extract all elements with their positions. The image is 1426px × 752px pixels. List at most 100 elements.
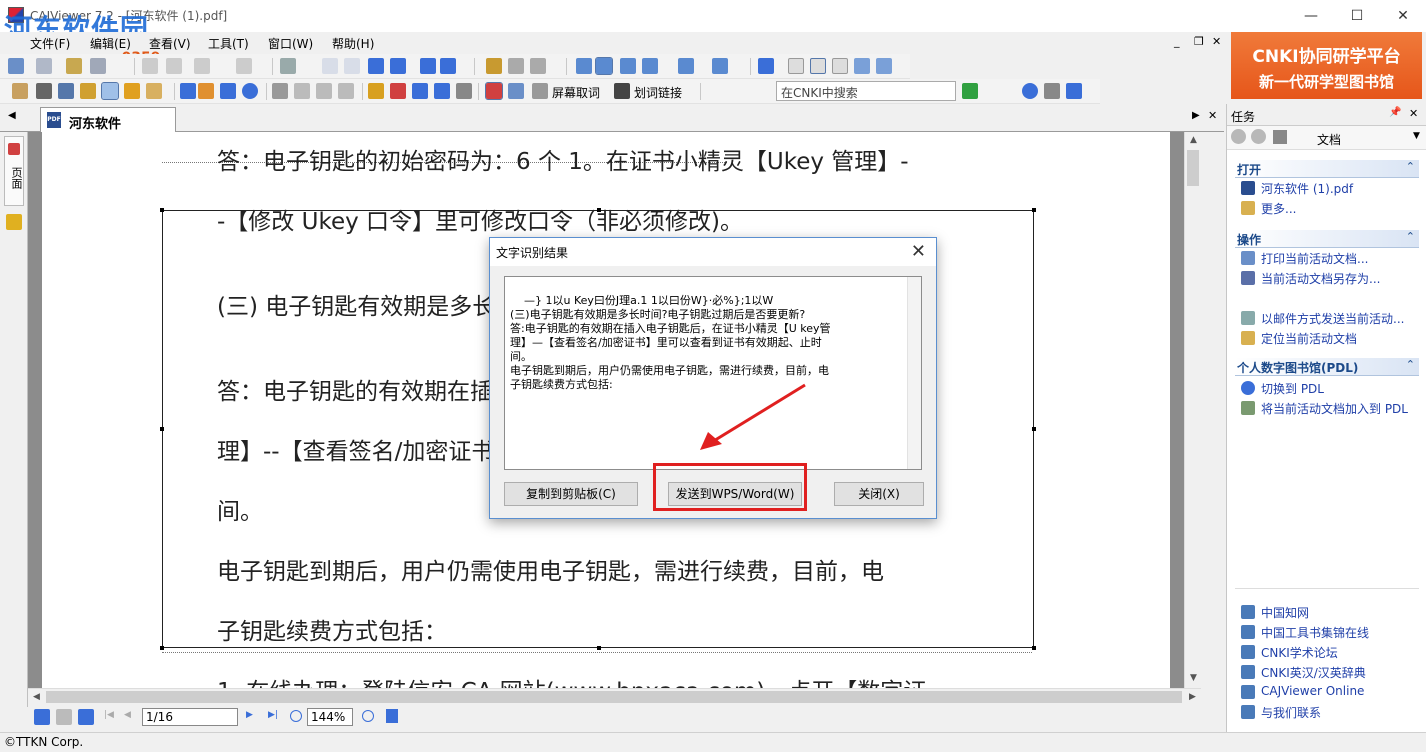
prev-page-icon[interactable]	[344, 58, 360, 74]
horizontal-scrollbar[interactable]: ◀ ▶	[28, 688, 1201, 705]
view-book-icon[interactable]	[78, 709, 94, 725]
maximize-button[interactable]: ☐	[1334, 0, 1380, 32]
save-icon[interactable]	[36, 58, 52, 74]
tab-next-button[interactable]: ▶	[1192, 110, 1200, 121]
back-icon[interactable]	[420, 58, 436, 74]
rotate-right-icon[interactable]	[530, 58, 546, 74]
cnki-search-input[interactable]: 在CNKI中搜索	[776, 81, 956, 101]
mdi-close-button[interactable]: ✕	[1212, 35, 1221, 48]
paste-icon[interactable]	[166, 58, 182, 74]
text-select-icon[interactable]	[58, 83, 74, 99]
pin-icon[interactable]: 📌	[1389, 107, 1401, 118]
mdi-minimize-button[interactable]: _	[1174, 35, 1180, 48]
whats-this-icon[interactable]	[1066, 83, 1082, 99]
eraser-icon[interactable]	[456, 83, 472, 99]
scroll-left-icon[interactable]: ◀	[28, 689, 45, 706]
forward-icon[interactable]	[440, 58, 456, 74]
section-operations[interactable]: 操作 ⌃	[1235, 230, 1419, 248]
copy-to-clipboard-button[interactable]: 复制到剪贴板(C)	[504, 482, 638, 506]
select-arrow-icon[interactable]	[36, 83, 52, 99]
annotation-pencil-icon[interactable]	[6, 214, 22, 230]
collapse-icon[interactable]: ⌃	[1406, 358, 1415, 371]
find-icon[interactable]	[486, 58, 502, 74]
ocr-text-scrollbar[interactable]	[907, 277, 921, 469]
view-mode-icon[interactable]	[712, 58, 728, 74]
zoom-out-button[interactable]	[290, 710, 302, 722]
panel-close-button[interactable]: ✕	[1409, 107, 1418, 120]
zoom-out-icon[interactable]	[854, 58, 870, 74]
strike-icon[interactable]	[390, 83, 406, 99]
search-doc-icon[interactable]	[1044, 83, 1060, 99]
ellipse-icon[interactable]	[242, 83, 258, 99]
folder-icon[interactable]	[66, 58, 82, 74]
menu-help[interactable]: 帮助(H)	[332, 35, 374, 52]
facing-page-icon[interactable]	[620, 58, 636, 74]
dialog-close-button[interactable]: ✕	[911, 241, 926, 262]
music-icon[interactable]	[338, 83, 354, 99]
line-icon[interactable]	[272, 83, 288, 99]
cnki-banner[interactable]: CNKI协同研学平台 新一代研学型图书馆	[1231, 32, 1422, 99]
tab-prev-button[interactable]: ◀	[8, 110, 16, 121]
text-mark-icon[interactable]	[368, 83, 384, 99]
page-number-input[interactable]: 1/16	[142, 708, 238, 726]
dialog-titlebar[interactable]: 文字识别结果 ✕	[490, 238, 936, 266]
mdi-restore-button[interactable]: ❐	[1194, 35, 1204, 48]
bookmark-icon[interactable]	[434, 83, 450, 99]
print-icon[interactable]	[90, 58, 106, 74]
rotate-left-icon[interactable]	[508, 58, 524, 74]
page-thumbnail-tab[interactable]: 页面	[4, 136, 24, 206]
section-pdl[interactable]: 个人数字图书馆(PDL) ⌃	[1235, 358, 1419, 376]
prev-page-button[interactable]: ◀	[124, 710, 131, 720]
collapse-icon[interactable]: ⌃	[1406, 160, 1415, 173]
vertical-scrollbar[interactable]: ▲ ▼	[1184, 132, 1201, 688]
first-page-icon[interactable]	[322, 58, 338, 74]
screen-pick-label[interactable]: 屏幕取词	[552, 84, 600, 101]
view-double-icon[interactable]	[56, 709, 72, 725]
help-icon[interactable]	[1022, 83, 1038, 99]
hscroll-thumb[interactable]	[46, 691, 1182, 703]
tab-document[interactable]: PDF 河东软件 (1).pdf	[40, 107, 176, 147]
hand-tool-icon[interactable]	[12, 83, 28, 99]
scroll-down-icon[interactable]: ▼	[1185, 670, 1202, 687]
go-search-icon[interactable]	[962, 83, 978, 99]
fullscreen-icon[interactable]	[758, 58, 774, 74]
menu-tools[interactable]: 工具(T)	[208, 35, 249, 52]
collapse-icon[interactable]: ⌃	[1406, 230, 1415, 243]
first-page-button[interactable]: |◀	[104, 710, 114, 720]
pen-icon[interactable]	[180, 83, 196, 99]
view-single-icon[interactable]	[34, 709, 50, 725]
layout-icon[interactable]	[678, 58, 694, 74]
nav-back-icon[interactable]	[1231, 129, 1246, 144]
continuous-page-icon[interactable]	[595, 57, 613, 75]
gear-icon[interactable]	[316, 83, 332, 99]
word-link-label[interactable]: 划词链接	[634, 84, 682, 101]
open-icon[interactable]	[8, 58, 24, 74]
minimize-button[interactable]: —	[1288, 0, 1334, 32]
note-icon[interactable]	[146, 83, 162, 99]
actual-size-icon[interactable]	[788, 58, 804, 74]
cover-page-icon[interactable]	[642, 58, 658, 74]
last-page-icon[interactable]	[390, 58, 406, 74]
properties-icon[interactable]	[280, 58, 296, 74]
single-page-icon[interactable]	[576, 58, 592, 74]
up-arrow-icon[interactable]	[386, 709, 398, 723]
redo-icon[interactable]	[236, 58, 252, 74]
image-select-icon[interactable]	[80, 83, 96, 99]
fit-page-icon[interactable]	[810, 58, 826, 74]
home-icon[interactable]	[1273, 130, 1287, 144]
screen-pick-toggle-icon[interactable]	[485, 82, 503, 100]
ocr-icon[interactable]	[101, 82, 119, 100]
next-page-button[interactable]: ▶	[246, 710, 253, 720]
nav-forward-icon[interactable]	[1251, 129, 1266, 144]
zoom-level-input[interactable]: 144%	[307, 708, 353, 726]
stamp-icon[interactable]	[294, 83, 310, 99]
menu-window[interactable]: 窗口(W)	[268, 35, 313, 52]
tab-close-button[interactable]: ✕	[1208, 109, 1217, 122]
anchor-icon[interactable]	[412, 83, 428, 99]
next-page-icon[interactable]	[368, 58, 384, 74]
zoom-in-button[interactable]	[362, 710, 374, 722]
section-open[interactable]: 打开 ⌃	[1235, 160, 1419, 178]
dialog-close-action-button[interactable]: 关闭(X)	[834, 482, 924, 506]
highlighter-icon[interactable]	[198, 83, 214, 99]
last-page-button[interactable]: ▶|	[268, 710, 278, 720]
